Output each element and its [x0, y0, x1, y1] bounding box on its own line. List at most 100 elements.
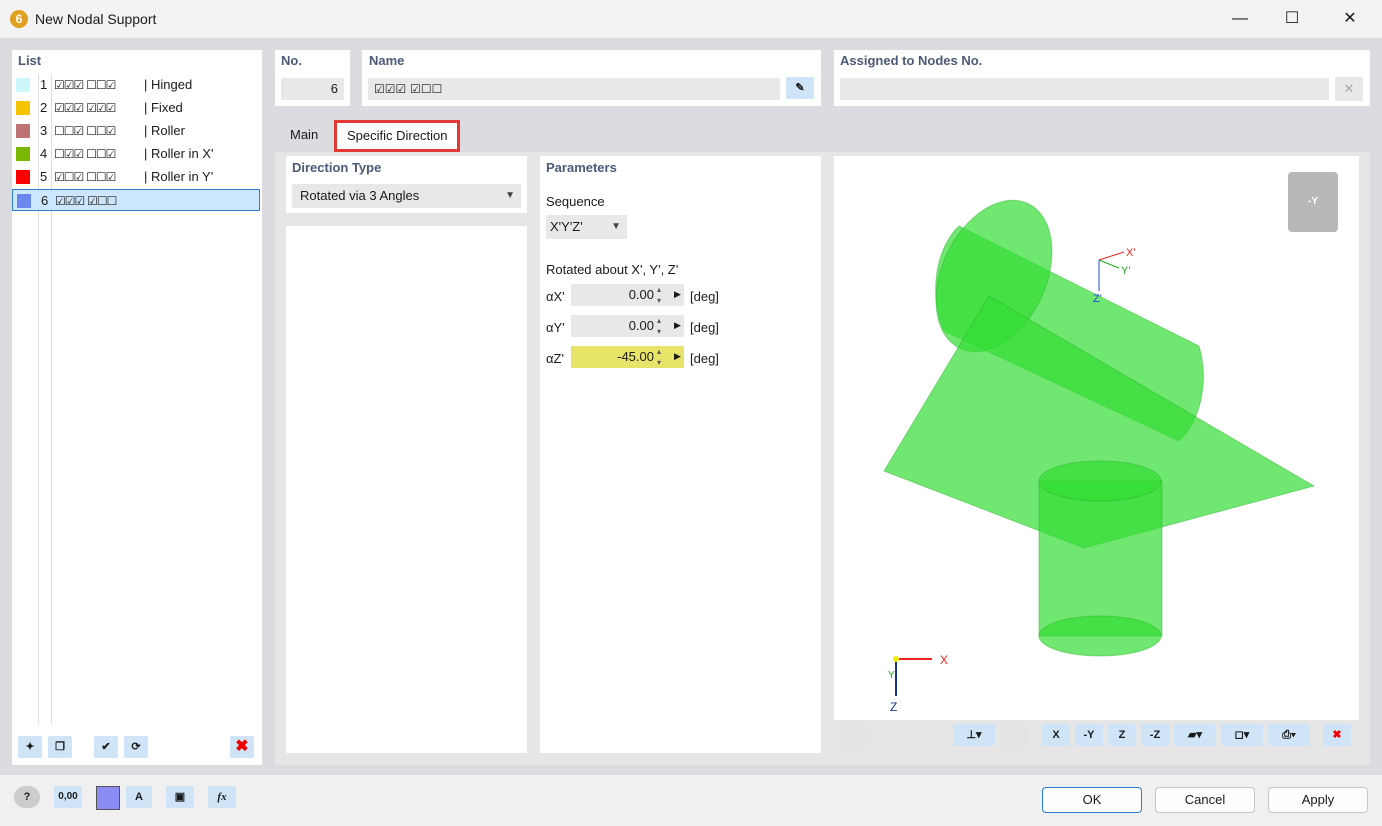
- sequence-value: X'Y'Z': [550, 219, 583, 234]
- check-toggle-icon[interactable]: ⟳: [124, 736, 148, 758]
- minimize-button[interactable]: —: [1225, 8, 1255, 30]
- item-label: | Hinged: [144, 77, 193, 92]
- number-panel: No. 6: [275, 50, 350, 106]
- apply-button[interactable]: Apply: [1268, 787, 1368, 813]
- spinner-icon[interactable]: ▴ ▾: [657, 315, 661, 337]
- post-bottom: [1038, 615, 1162, 657]
- post: [1038, 480, 1163, 637]
- post-top: [1038, 460, 1162, 502]
- alpha-y-input[interactable]: 0.00: [571, 315, 684, 337]
- assigned-panel: Assigned to Nodes No. ✕: [834, 50, 1370, 106]
- arrow-right-icon[interactable]: ▶: [674, 289, 681, 300]
- tab-main[interactable]: Main: [280, 120, 328, 152]
- global-z-label: Z: [890, 700, 897, 714]
- spinner-icon[interactable]: ▴ ▾: [657, 346, 661, 368]
- direction-type-header: Direction Type: [292, 160, 382, 175]
- item-number: 2: [40, 100, 48, 115]
- item-label: | Roller in Y': [144, 169, 214, 184]
- arrow-right-icon[interactable]: ▶: [674, 351, 681, 362]
- item-number: 1: [40, 77, 48, 92]
- parameters-panel: [540, 156, 821, 753]
- alpha-x-unit: [deg]: [690, 289, 719, 304]
- color-swatch: [16, 170, 30, 184]
- color-icon[interactable]: [96, 786, 120, 810]
- 3d-viewer[interactable]: X' Y' Z' X Z Y -Y: [834, 156, 1359, 720]
- local-x-label: X': [1126, 247, 1135, 259]
- edit-name-icon[interactable]: ✎: [786, 77, 814, 99]
- sync-view-icon[interactable]: [840, 724, 868, 748]
- measure-icon[interactable]: [1000, 724, 1030, 748]
- units-icon[interactable]: 0,00: [54, 786, 82, 808]
- delete-icon[interactable]: ✖: [230, 736, 254, 758]
- local-z-label: Z': [1093, 293, 1102, 305]
- color-swatch: [16, 147, 30, 161]
- view-cube[interactable]: -Y: [1288, 172, 1338, 232]
- alpha-x-input[interactable]: 0.00: [571, 284, 684, 306]
- name-panel: Name ☑☑☑ ☑☐☐ ✎: [362, 50, 821, 106]
- cancel-button[interactable]: Cancel: [1155, 787, 1255, 813]
- alpha-z-unit: [deg]: [690, 351, 719, 366]
- copy-item-icon[interactable]: ❐: [48, 736, 72, 758]
- new-item-icon[interactable]: ✦: [18, 736, 42, 758]
- list-item[interactable]: 1 ☑☑☑ ☐☐☑ | Hinged: [12, 74, 260, 96]
- global-y-label: Y: [888, 670, 895, 681]
- alpha-y-unit: [deg]: [690, 320, 719, 335]
- color-swatch: [16, 124, 30, 138]
- list-item[interactable]: 6 ☑☑☑ ☑☐☐: [12, 189, 260, 211]
- direction-type-dropdown[interactable]: Rotated via 3 Angles ▼: [292, 184, 521, 208]
- display-settings-icon[interactable]: A: [126, 786, 152, 808]
- item-checks: ☑☐☑ ☐☐☑: [54, 170, 116, 184]
- alpha-z-input[interactable]: -45.00: [571, 346, 684, 368]
- direction-detail-panel: [286, 226, 527, 753]
- list-item[interactable]: 3 ☐☐☑ ☐☐☑ | Roller: [12, 120, 260, 142]
- view-settings-icon[interactable]: ▣: [166, 786, 194, 808]
- chevron-down-icon: ▼: [505, 190, 515, 201]
- pick-nodes-icon[interactable]: ✕: [1335, 77, 1363, 101]
- list-item[interactable]: 5 ☑☐☑ ☐☐☑ | Roller in Y': [12, 166, 260, 188]
- view-minus-z-icon[interactable]: -Z: [1141, 724, 1169, 746]
- sequence-label: Sequence: [546, 194, 605, 209]
- color-swatch: [16, 78, 30, 92]
- item-label: | Fixed: [144, 100, 183, 115]
- render-mode-icon[interactable]: ▰▾: [1174, 724, 1216, 746]
- alpha-y-label: αY': [546, 320, 565, 335]
- item-number: 5: [40, 169, 48, 184]
- alpha-x-label: αX': [546, 289, 565, 304]
- list-header: List: [18, 53, 42, 68]
- transparency-icon[interactable]: ◻▾: [1221, 724, 1263, 746]
- item-checks: ☑☑☑ ☑☑☑: [54, 101, 116, 115]
- number-field[interactable]: 6: [281, 78, 344, 100]
- name-label: Name: [369, 53, 405, 68]
- formula-icon[interactable]: fx: [208, 786, 236, 808]
- assigned-label: Assigned to Nodes No.: [840, 53, 983, 68]
- item-number: 3: [40, 123, 48, 138]
- rotation-label: Rotated about X', Y', Z': [546, 262, 679, 277]
- window-title: New Nodal Support: [35, 11, 157, 27]
- axis-display-icon[interactable]: ⊥▾: [953, 724, 995, 746]
- item-label: | Roller in X': [144, 146, 214, 161]
- sequence-dropdown[interactable]: X'Y'Z' ▼: [546, 215, 627, 239]
- list-item[interactable]: 4 ☐☑☑ ☐☐☑ | Roller in X': [12, 143, 260, 165]
- maximize-button[interactable]: ☐: [1277, 8, 1307, 30]
- check-all-icon[interactable]: ✔: [94, 736, 118, 758]
- item-number: 6: [41, 193, 49, 208]
- help-icon[interactable]: ?: [14, 786, 40, 808]
- spinner-icon[interactable]: ▴ ▾: [657, 284, 661, 306]
- assigned-nodes-field[interactable]: [840, 78, 1329, 100]
- view-z-icon[interactable]: Z: [1108, 724, 1136, 746]
- close-button[interactable]: ✕: [1335, 8, 1365, 30]
- direction-type-panel: Direction Type Rotated via 3 Angles ▼: [286, 156, 527, 213]
- item-checks: ☐☐☑ ☐☐☑: [54, 124, 116, 138]
- list-item[interactable]: 2 ☑☑☑ ☑☑☑ | Fixed: [12, 97, 260, 119]
- view-minus-y-icon[interactable]: -Y: [1075, 724, 1103, 746]
- arrow-right-icon[interactable]: ▶: [674, 320, 681, 331]
- title-bar: 6 New Nodal Support — ☐ ✕: [0, 0, 1382, 38]
- reset-zoom-icon[interactable]: ✖: [1323, 724, 1351, 746]
- item-checks: ☑☑☑ ☐☐☑: [54, 78, 116, 92]
- view-x-icon[interactable]: X: [1042, 724, 1070, 746]
- item-number: 4: [40, 146, 48, 161]
- name-field[interactable]: ☑☑☑ ☑☐☐: [368, 78, 780, 100]
- tab-specific-direction[interactable]: Specific Direction: [334, 120, 461, 152]
- ok-button[interactable]: OK: [1042, 787, 1142, 813]
- print-icon[interactable]: ⎙▾: [1268, 724, 1310, 746]
